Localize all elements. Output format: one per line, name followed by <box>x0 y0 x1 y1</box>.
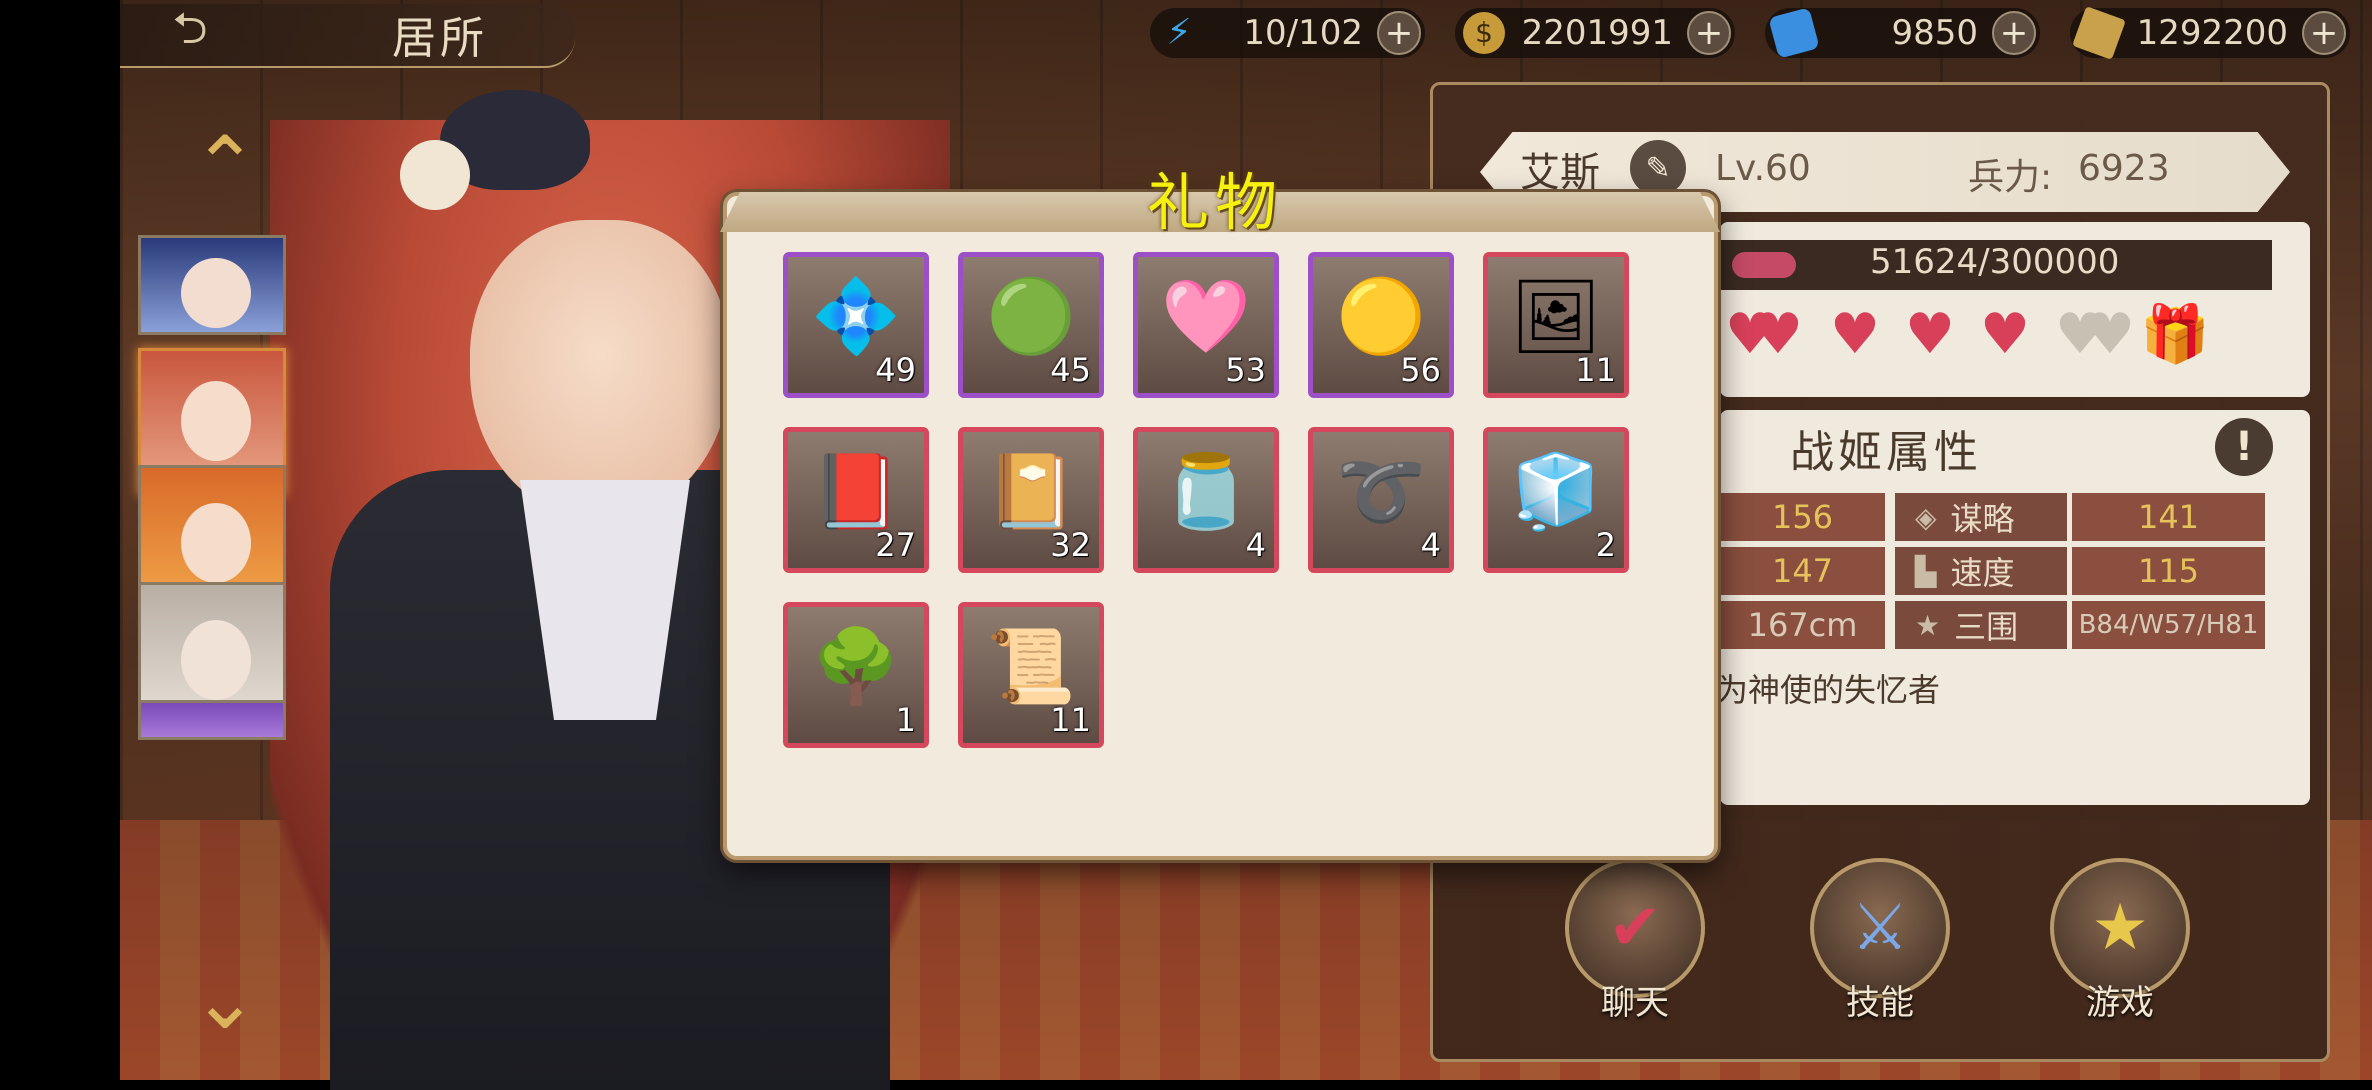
gift-modal-title: 礼物 <box>1146 166 1283 239</box>
gift-item-quantity: 27 <box>875 526 916 564</box>
gift-item-quantity: 4 <box>1420 526 1441 564</box>
gift-item-quantity: 56 <box>1400 351 1441 389</box>
scroll-icon: 📜 <box>986 624 1076 708</box>
gift-item-quantity: 4 <box>1245 526 1266 564</box>
gift-item-slot[interactable]: 🫙 4 <box>1133 427 1279 573</box>
gift-item-quantity: 1 <box>895 701 916 739</box>
gift-item-quantity: 49 <box>875 351 916 389</box>
gift-item-slot[interactable]: 🧊 2 <box>1483 427 1629 573</box>
lighter-icon: 🧊 <box>1511 449 1601 533</box>
gift-item-slot[interactable]: 🌳 1 <box>783 602 929 748</box>
gift-item-slot[interactable]: ➰ 4 <box>1308 427 1454 573</box>
bonsai-icon: 🌳 <box>811 624 901 708</box>
yellow-bead-pile-icon: 🟡 <box>1336 274 1426 358</box>
gift-item-quantity: 53 <box>1225 351 1266 389</box>
gift-item-quantity: 11 <box>1575 351 1616 389</box>
pink-bead-pile-icon: 🩷 <box>1161 274 1251 358</box>
gift-item-quantity: 2 <box>1595 526 1616 564</box>
blue-bead-pile-icon: 💠 <box>811 274 901 358</box>
gift-item-slot[interactable]: 💠 49 <box>783 252 929 398</box>
gift-item-slot[interactable]: 📕 27 <box>783 427 929 573</box>
hip-flask-icon: 🫙 <box>1161 449 1251 533</box>
gift-item-slot[interactable]: 📔 32 <box>958 427 1104 573</box>
gift-item-quantity: 11 <box>1050 701 1091 739</box>
photo-frame-icon: 🖼 <box>1510 274 1602 358</box>
green-bead-pile-icon: 🟢 <box>986 274 1076 358</box>
love-diary-icon: 📔 <box>986 449 1076 533</box>
gift-item-slot[interactable]: 🟢 45 <box>958 252 1104 398</box>
gift-item-quantity: 32 <box>1050 526 1091 564</box>
gift-item-slot[interactable]: 🩷 53 <box>1133 252 1279 398</box>
gift-item-slot[interactable]: 📜 11 <box>958 602 1104 748</box>
photo-album-icon: 📕 <box>811 449 901 533</box>
belt-icon: ➰ <box>1336 449 1426 533</box>
gift-item-slot[interactable]: 🖼 11 <box>1483 252 1629 398</box>
gift-item-slot[interactable]: 🟡 56 <box>1308 252 1454 398</box>
gift-item-quantity: 45 <box>1050 351 1091 389</box>
